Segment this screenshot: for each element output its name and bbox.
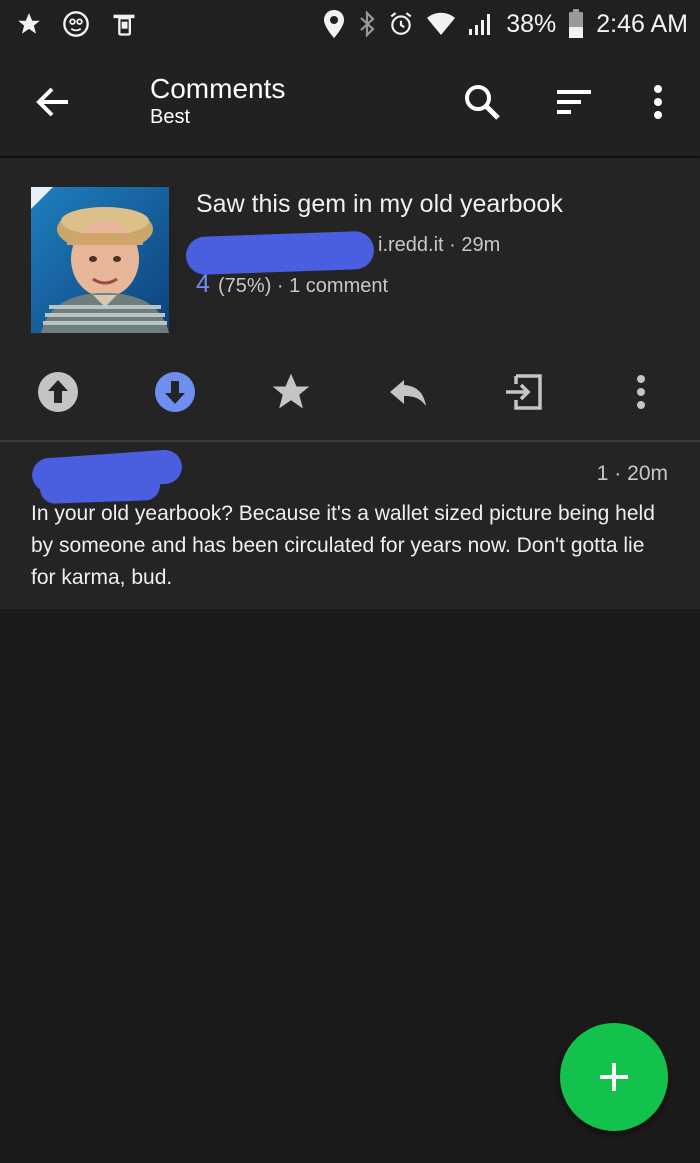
comment-body: In your old yearbook? Because it's a wal… (31, 502, 655, 589)
save-star-icon[interactable] (269, 370, 313, 414)
post-card[interactable]: Saw this gem in my old yearbook i.redd.i… (0, 158, 700, 440)
more-vert-icon[interactable] (636, 80, 680, 124)
status-bar: 38% 2:46 AM (0, 0, 700, 48)
sort-mode-label: Best (150, 106, 191, 128)
battery-icon (568, 9, 584, 39)
post-thumbnail[interactable] (31, 187, 177, 333)
location-pin-icon (322, 9, 346, 39)
wifi-icon (426, 12, 456, 36)
app-toolbar: Comments Best (0, 48, 700, 156)
battery-percent: 38% (506, 9, 557, 38)
signal-icon (468, 11, 494, 37)
comment-meta: 1 · 20m (596, 462, 668, 485)
open-external-icon[interactable] (502, 370, 546, 414)
downvote-icon[interactable] (153, 370, 197, 414)
redacted-username (185, 230, 375, 276)
alarm-icon (388, 11, 414, 37)
page-title: Comments (150, 73, 286, 104)
post-domain-time: i.redd.it · 29m (378, 234, 501, 256)
post-action-bar (0, 370, 700, 420)
add-comment-button[interactable] (560, 1023, 668, 1131)
clock: 2:46 AM (596, 9, 688, 38)
star-icon (16, 11, 42, 37)
plus-icon (600, 1063, 628, 1091)
comment-item[interactable]: 1 · 20m In your old yearbook? Because it… (0, 442, 700, 609)
reply-icon[interactable] (386, 370, 430, 414)
post-meta: (75%) · 1 comment (218, 275, 389, 297)
bluetooth-icon (358, 10, 376, 38)
search-icon[interactable] (460, 80, 504, 124)
sort-icon[interactable] (552, 80, 596, 124)
phone-sync-icon (110, 10, 138, 38)
more-vert-icon[interactable] (619, 370, 663, 414)
post-title[interactable]: Saw this gem in my old yearbook (196, 190, 563, 219)
upvote-icon[interactable] (36, 370, 80, 414)
stethoscope-icon (62, 10, 90, 38)
post-score: 4 (196, 270, 210, 298)
back-arrow-icon[interactable] (30, 80, 78, 124)
